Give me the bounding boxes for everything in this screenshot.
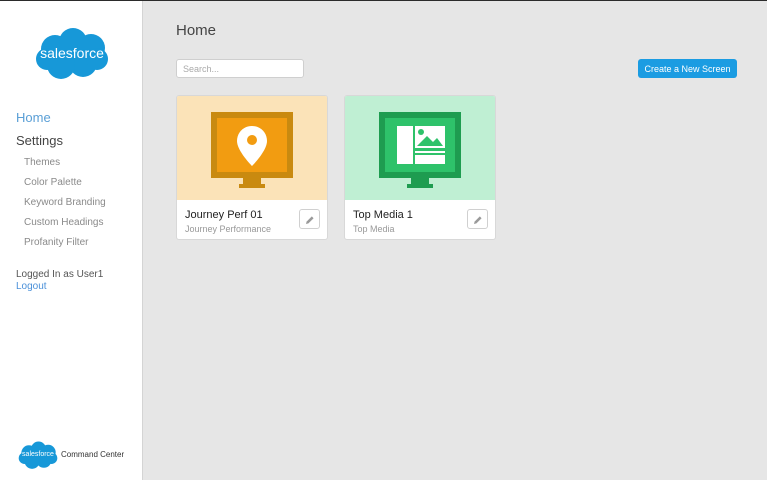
- search-input[interactable]: [176, 59, 304, 78]
- nav-profanity-filter[interactable]: Profanity Filter: [24, 237, 88, 248]
- nav-color-palette[interactable]: Color Palette: [24, 177, 82, 188]
- card-title: Top Media 1: [353, 209, 413, 221]
- footer-logo-text: salesforce: [22, 451, 54, 458]
- salesforce-logo: salesforce: [33, 27, 111, 83]
- nav-themes[interactable]: Themes: [24, 157, 60, 168]
- page-title: Home: [176, 22, 217, 39]
- card-thumbnail: [177, 96, 327, 200]
- pencil-icon: [474, 216, 482, 224]
- card-subtitle: Journey Performance: [185, 224, 272, 234]
- nav-settings[interactable]: Settings: [16, 133, 63, 148]
- nav-home[interactable]: Home: [16, 110, 51, 125]
- nav-keyword-branding[interactable]: Keyword Branding: [24, 197, 106, 208]
- card-thumbnail: [345, 96, 495, 200]
- nav-custom-headings[interactable]: Custom Headings: [24, 217, 103, 228]
- create-new-screen-button[interactable]: Create a New Screen: [638, 59, 737, 78]
- screen-card-journey-perf[interactable]: Journey Perf 01 Journey Performance: [176, 95, 328, 240]
- edit-button[interactable]: [467, 209, 488, 229]
- sidebar: salesforce Home Settings Themes Color Pa…: [0, 1, 143, 480]
- logo-text: salesforce: [40, 45, 104, 61]
- card-subtitle: Top Media: [353, 224, 395, 234]
- logged-in-label: Logged In as User1: [16, 269, 104, 280]
- media-layout-icon: [397, 126, 445, 164]
- card-title: Journey Perf 01: [185, 209, 263, 221]
- footer-salesforce-logo: salesforce: [17, 441, 59, 471]
- screen-card-top-media[interactable]: Top Media 1 Top Media: [344, 95, 496, 240]
- command-center-label: Command Center: [61, 450, 125, 459]
- logout-link[interactable]: Logout: [16, 281, 47, 292]
- edit-button[interactable]: [299, 209, 320, 229]
- pencil-icon: [306, 216, 314, 224]
